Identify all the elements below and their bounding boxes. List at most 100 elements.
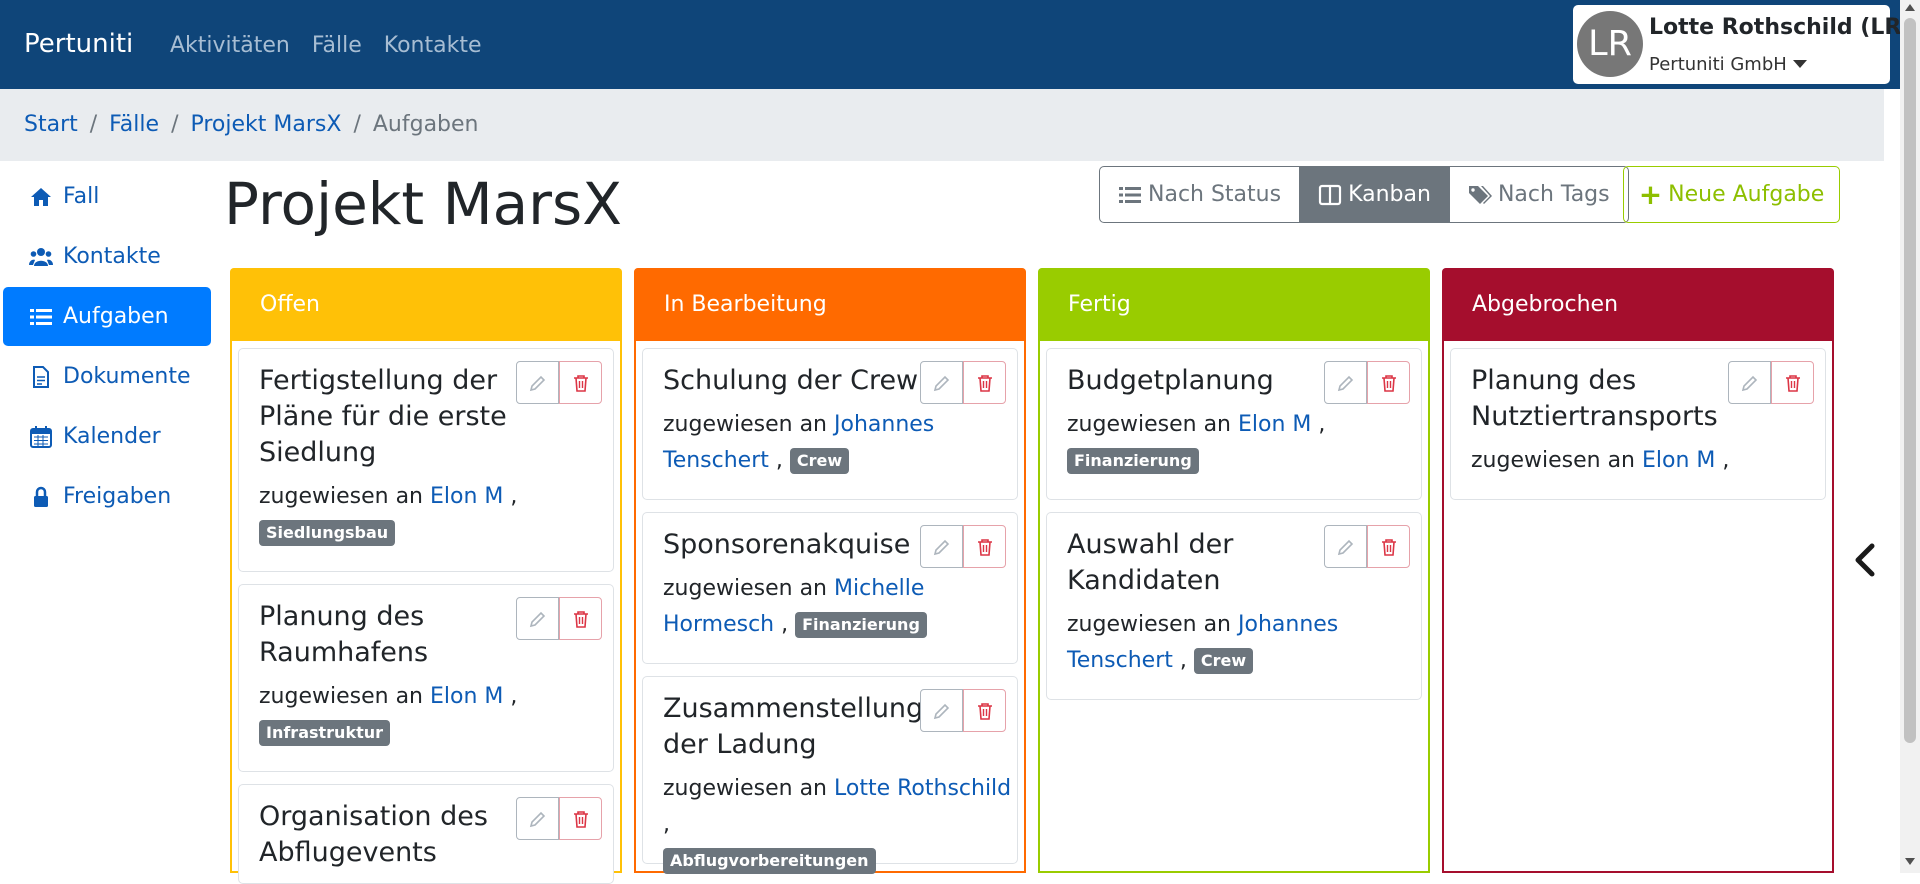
avatar: LR [1577,11,1643,77]
delete-button[interactable] [559,597,602,640]
task-card[interactable]: Schulung der Crew zugewiesen an Johannes… [642,348,1018,500]
delete-button[interactable] [1367,361,1410,404]
task-assignment: zugewiesen an Johannes Tenschert , Crew [663,412,935,474]
card-actions [920,525,1006,568]
nav-link-faelle[interactable]: Fälle [312,33,362,58]
edit-button[interactable] [920,361,963,404]
breadcrumb-current: Aufgaben [372,112,479,137]
sidebar-item-kalender[interactable]: Kalender [3,407,211,466]
edit-button[interactable] [516,361,559,404]
delete-button[interactable] [559,361,602,404]
edit-button[interactable] [920,525,963,568]
assignee-link[interactable]: Elon M [430,684,503,709]
column-header: Offen [230,268,622,341]
card-actions [1728,361,1814,404]
tag-badge: Siedlungsbau [259,520,396,546]
nav-link-kontakte[interactable]: Kontakte [384,33,482,58]
edit-button[interactable] [920,689,963,732]
sidebar-item-label: Kalender [63,424,161,449]
assignee-link[interactable]: Elon M [430,484,503,509]
kanban-column-fertig: Fertig Budgetplanung zugewiesen an Elon … [1038,268,1430,873]
task-card[interactable]: Zusammenstellung der Ladung zugewiesen a… [642,676,1018,874]
view-tags-label: Nach Tags [1497,182,1610,207]
sidebar-item-label: Fall [63,184,100,209]
pencil-icon [1337,375,1353,391]
view-kanban-button[interactable]: Kanban [1300,167,1450,222]
document-icon [33,365,49,388]
task-card[interactable]: Organisation des Abflugevents [238,784,614,884]
breadcrumb-faelle[interactable]: Fälle [109,112,159,137]
column-header: Fertig [1038,268,1430,341]
page-title: Projekt MarsX [224,170,622,238]
pencil-icon [933,703,949,719]
view-status-button[interactable]: Nach Status [1100,167,1301,222]
edit-button[interactable] [1324,361,1367,404]
assignee-link[interactable]: Elon M [1238,412,1311,437]
tag-badge: Infrastruktur [259,720,391,746]
delete-button[interactable] [559,797,602,840]
card-actions [516,361,602,404]
delete-button[interactable] [1367,525,1410,568]
breadcrumb-projekt[interactable]: Projekt MarsX [190,112,341,137]
new-task-button[interactable]: + Neue Aufgabe [1623,166,1840,223]
sidebar-item-dokumente[interactable]: Dokumente [3,347,211,406]
task-card[interactable]: Budgetplanung zugewiesen an Elon M , Fin… [1046,348,1422,500]
user-menu[interactable]: LR Lotte Rothschild (LR) Pertuniti GmbH [1573,5,1911,84]
sidebar-item-aufgaben[interactable]: Aufgaben [3,287,211,346]
delete-button[interactable] [963,525,1006,568]
card-actions [920,361,1006,404]
task-assignment: zugewiesen an Elon M , Finanzierung [1067,407,1367,479]
sidebar-item-label: Kontakte [63,244,161,269]
edit-button[interactable] [1324,525,1367,568]
edit-button[interactable] [1728,361,1771,404]
task-title: Planung des Raumhafens [259,601,429,668]
delete-button[interactable] [1771,361,1814,404]
calendar-icon [30,425,52,448]
sidebar-item-fall[interactable]: Fall [3,167,211,226]
task-card[interactable]: Fertigstellung der Pläne für die erste S… [238,348,614,572]
scrollbar-thumb[interactable] [1904,18,1916,743]
chevron-left-icon[interactable] [1850,540,1880,580]
assign-prefix: zugewiesen an [1067,412,1231,437]
delete-button[interactable] [963,361,1006,404]
sidebar-item-label: Freigaben [63,484,172,509]
scroll-up-icon[interactable] [1905,4,1915,11]
assignee-link[interactable]: Elon M [1642,448,1715,473]
edit-button[interactable] [516,797,559,840]
pencil-icon [1741,375,1757,391]
sidebar-item-kontakte[interactable]: Kontakte [3,227,211,286]
sidebar-item-freigaben[interactable]: Freigaben [3,467,211,526]
assign-prefix: zugewiesen an [259,684,423,709]
task-card[interactable]: Sponsorenakquise zugewiesen an Michelle … [642,512,1018,664]
caret-down-icon[interactable] [1793,60,1807,68]
brand-logo[interactable]: Pertuniti [24,29,133,59]
home-icon [31,187,51,206]
breadcrumb-separator: / [353,112,361,137]
sidebar-item-label: Dokumente [63,364,191,389]
task-assignment: zugewiesen an Elon M , [1471,448,1730,473]
user-organization: Pertuniti GmbH [1649,54,1787,75]
view-switcher: Nach Status Kanban Nach Tags [1099,166,1629,223]
task-card[interactable]: Planung des Raumhafens zugewiesen an Elo… [238,584,614,772]
users-icon [29,247,53,266]
view-tags-button[interactable]: Nach Tags [1450,167,1628,222]
scrollbar[interactable] [1900,0,1920,873]
assignee-link[interactable]: Lotte Rothschild [834,776,1011,801]
trash-icon [977,702,992,720]
trash-icon [573,610,588,628]
edit-button[interactable] [516,597,559,640]
new-task-label: Neue Aufgabe [1668,182,1825,207]
delete-button[interactable] [963,689,1006,732]
task-assignment: zugewiesen an Johannes Tenschert , Crew [1067,612,1339,674]
task-card[interactable]: Planung des Nutztiertransports zugewiese… [1450,348,1826,500]
plus-icon: + [1638,178,1663,211]
scroll-down-icon[interactable] [1905,858,1915,865]
trash-icon [977,374,992,392]
task-card[interactable]: Auswahl der Kandidaten zugewiesen an Joh… [1046,512,1422,700]
nav-link-aktivitaeten[interactable]: Aktivitäten [170,33,290,58]
trash-icon [1785,374,1800,392]
breadcrumb-start[interactable]: Start [24,112,78,137]
breadcrumb-bar: Start / Fälle / Projekt MarsX / Aufgaben [0,89,1884,161]
trash-icon [573,810,588,828]
pencil-icon [529,811,545,827]
